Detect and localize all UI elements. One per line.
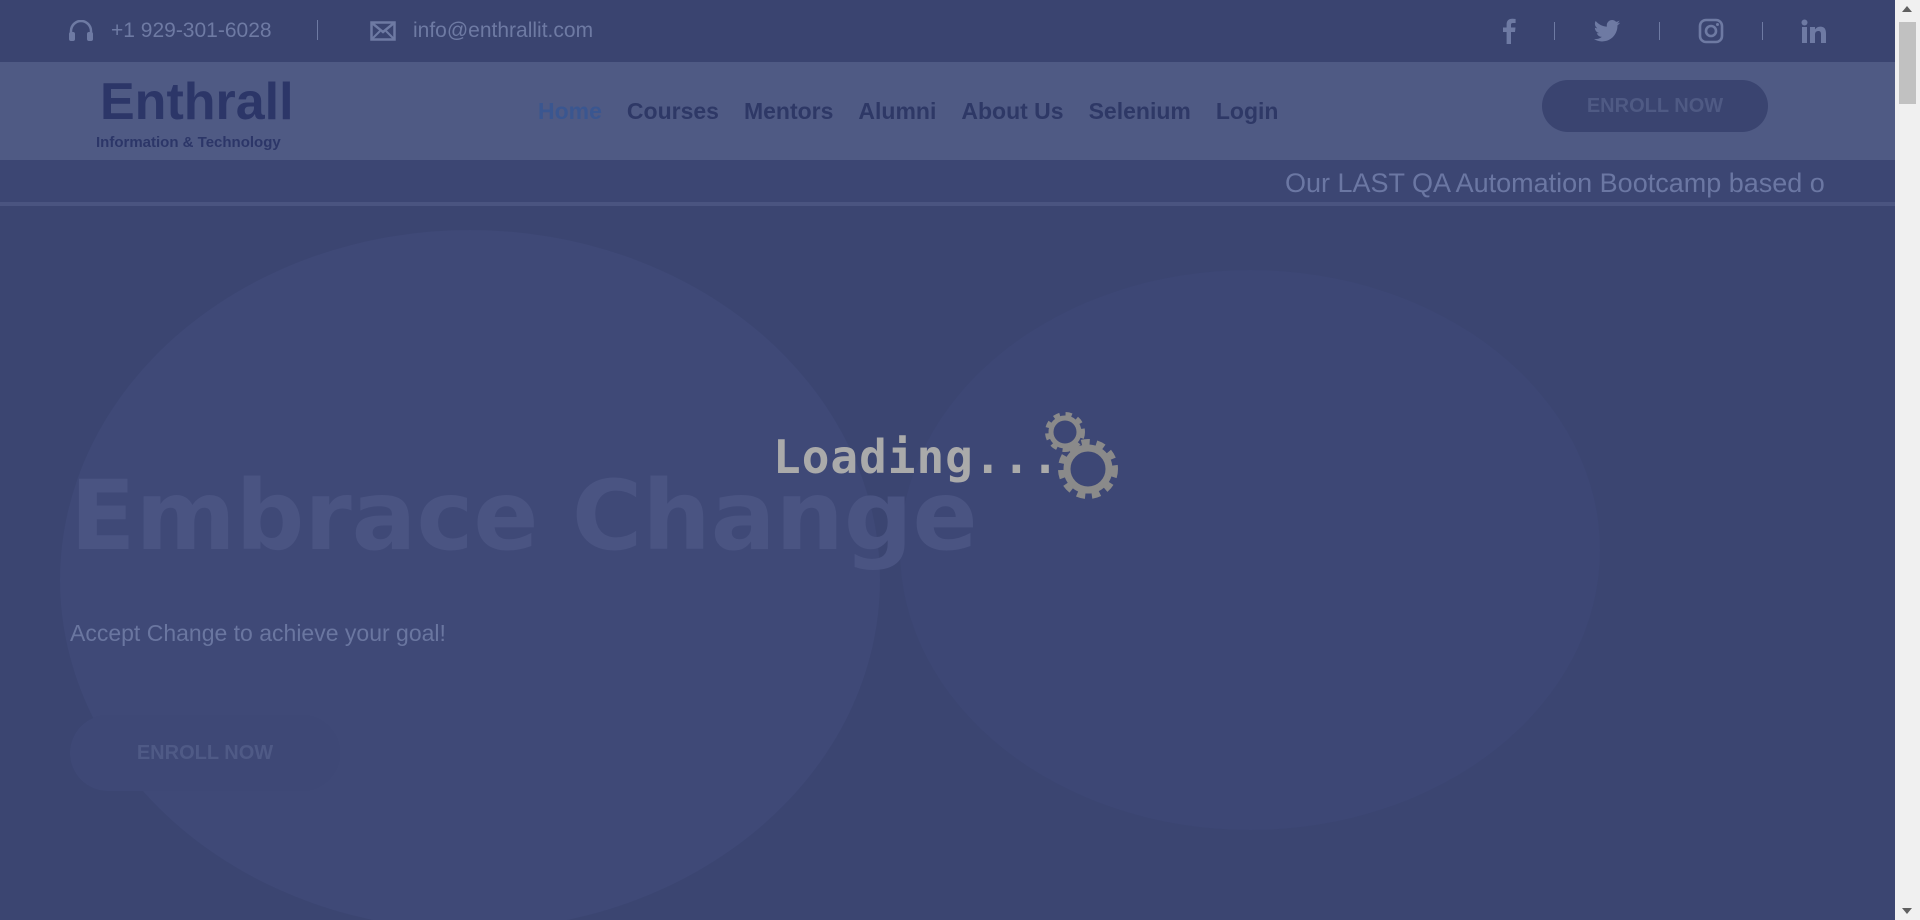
instagram-link[interactable]	[1698, 18, 1724, 44]
email-contact[interactable]: info@enthrallit.com	[370, 0, 593, 62]
social-links	[1502, 0, 1827, 62]
facebook-icon	[1503, 18, 1516, 44]
nav-alumni[interactable]: Alumni	[858, 98, 936, 125]
top-contact-bar: +1 929-301-6028 info@enthrallit.com	[0, 0, 1895, 62]
loading-text: Loading...	[773, 430, 1060, 484]
hero-background-shape	[900, 270, 1600, 830]
scroll-down-icon[interactable]	[1902, 908, 1912, 914]
nav-login[interactable]: Login	[1216, 98, 1279, 125]
nav-home[interactable]: Home	[538, 98, 602, 125]
scrollbar-thumb[interactable]	[1899, 22, 1916, 104]
vertical-scrollbar[interactable]	[1895, 0, 1920, 920]
hero-background-shape	[60, 230, 880, 920]
gear-icon	[1058, 439, 1118, 499]
social-divider	[1762, 22, 1763, 40]
loading-indicator: Loading...	[773, 400, 1123, 510]
twitter-link[interactable]	[1593, 20, 1621, 42]
hero-section: Embrace Change Accept Change to achieve …	[0, 210, 1895, 920]
linkedin-icon	[1801, 19, 1826, 43]
hero-enroll-button[interactable]: ENROLL NOW	[70, 715, 340, 791]
nav-courses[interactable]: Courses	[627, 98, 719, 125]
enthrall-logo[interactable]: Enthrall Information & Technology	[96, 72, 306, 152]
instagram-icon	[1698, 18, 1724, 44]
social-divider	[1554, 22, 1555, 40]
nav-selenium[interactable]: Selenium	[1089, 98, 1191, 125]
hero-subtitle: Accept Change to achieve your goal!	[70, 620, 446, 646]
nav-about-us[interactable]: About Us	[961, 98, 1063, 125]
announcement-ticker[interactable]: Our LAST QA Automation Bootcamp based o	[0, 160, 1895, 206]
headset-icon	[69, 20, 93, 41]
facebook-link[interactable]	[1502, 18, 1516, 44]
scroll-up-icon[interactable]	[1902, 6, 1912, 12]
envelope-icon	[370, 21, 396, 41]
social-divider	[1659, 22, 1660, 40]
site-header: Enthrall Information & Technology Home C…	[0, 62, 1895, 160]
main-nav: Home Courses Mentors Alumni About Us Sel…	[538, 62, 1303, 160]
logo-word: Enthrall	[100, 73, 294, 131]
nav-mentors[interactable]: Mentors	[744, 98, 833, 125]
ticker-text: Our LAST QA Automation Bootcamp based o	[1285, 168, 1825, 198]
contact-divider	[317, 20, 318, 40]
linkedin-link[interactable]	[1801, 19, 1827, 43]
logo-subtitle: Information & Technology	[96, 134, 281, 151]
phone-number: +1 929-301-6028	[111, 19, 272, 42]
email-address: info@enthrallit.com	[413, 19, 594, 42]
enroll-now-button[interactable]: ENROLL NOW	[1542, 80, 1768, 132]
twitter-icon	[1593, 20, 1621, 42]
phone-contact[interactable]: +1 929-301-6028	[68, 0, 272, 62]
